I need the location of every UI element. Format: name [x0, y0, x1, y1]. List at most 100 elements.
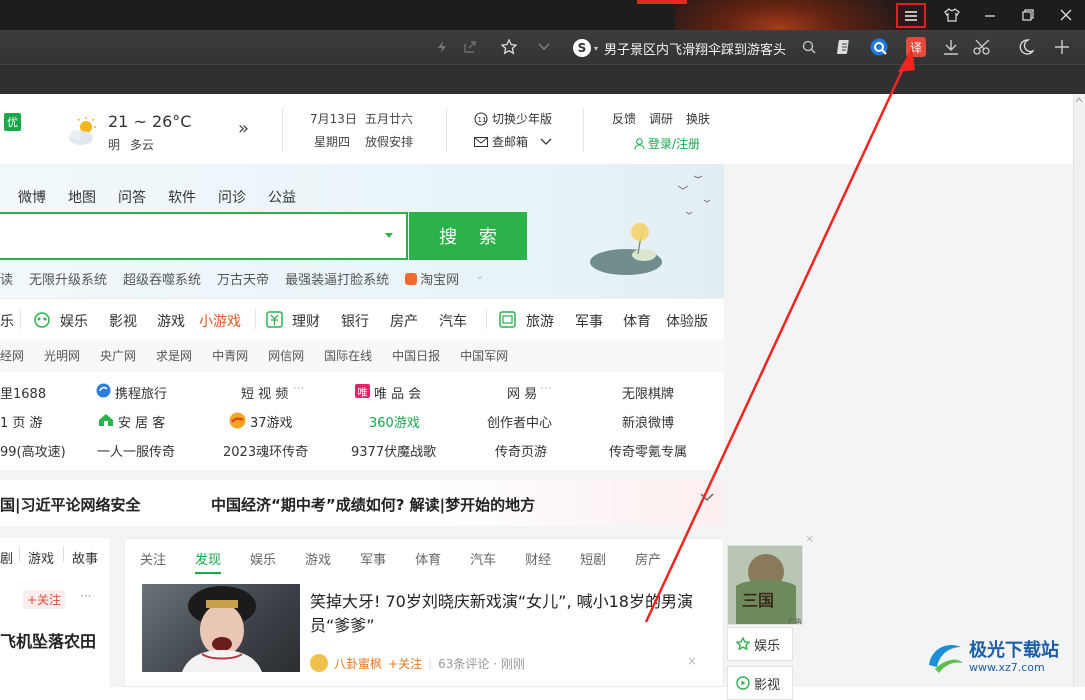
close-button[interactable]	[1052, 4, 1080, 26]
feed-tab[interactable]: 关注	[140, 549, 166, 574]
feed-tab[interactable]: 娱乐	[250, 549, 276, 574]
share-icon[interactable]	[460, 37, 480, 57]
left-news-title[interactable]: 飞机坠落农田	[0, 628, 96, 652]
chevron-down-icon[interactable]	[700, 493, 714, 502]
screenshot-scissors-icon[interactable]	[973, 37, 993, 57]
news-source[interactable]: 八卦蜜枫	[334, 655, 382, 672]
taobao-link[interactable]: 淘宝网	[405, 269, 459, 288]
site-link[interactable]: 2023魂环传奇	[223, 441, 308, 460]
site-link[interactable]: 9377伏魔战歌	[351, 441, 436, 460]
chevron-down-icon[interactable]	[534, 37, 554, 57]
night-mode-moon-icon[interactable]	[1016, 37, 1036, 57]
bookmark-star-icon[interactable]	[499, 37, 519, 57]
search-button[interactable]: 搜 索	[409, 212, 527, 260]
feed-tab[interactable]: 游戏	[305, 549, 331, 574]
teen-mode-link[interactable]: 11 切换少年版	[474, 110, 552, 127]
category-item[interactable]: 乐	[0, 311, 14, 331]
skin-link[interactable]: 换肤	[686, 110, 710, 127]
hot-word[interactable]: 最强装逼打脸系统	[285, 269, 389, 288]
main-menu-button[interactable]	[896, 3, 926, 28]
category-realestate[interactable]: 房产	[390, 311, 418, 331]
more-icon[interactable]: ···	[293, 381, 304, 395]
survey-link[interactable]: 调研	[649, 110, 673, 127]
tab-qa[interactable]: 问答	[118, 187, 146, 207]
holiday-schedule-link[interactable]: 放假安排	[365, 133, 413, 150]
scroll-up-arrow-icon[interactable]	[1075, 96, 1083, 104]
category-beta[interactable]: 体验版	[666, 311, 708, 331]
new-tab-plus-icon[interactable]	[1052, 37, 1072, 57]
site-link[interactable]: 一人一服传奇	[97, 441, 175, 460]
site-link[interactable]: 创作者中心	[487, 412, 552, 431]
media-link[interactable]: 中国军网	[460, 347, 508, 364]
site-link[interactable]: 无限棋牌	[622, 383, 674, 402]
feedback-link[interactable]: 反馈	[612, 110, 636, 127]
translate-button[interactable]: 译	[906, 37, 926, 57]
category-sports[interactable]: 体育	[623, 311, 651, 331]
site-link[interactable]: 360游戏	[369, 412, 420, 431]
site-link[interactable]: 传奇零氪专属	[609, 441, 687, 460]
search-icon[interactable]	[799, 37, 819, 57]
category-travel[interactable]: 旅游	[526, 311, 554, 331]
check-mail-dropdown[interactable]: 查邮箱	[474, 133, 552, 150]
media-link[interactable]: 光明网	[44, 347, 80, 364]
more-icon[interactable]: ···	[80, 589, 91, 603]
follow-button[interactable]: +关注	[23, 590, 66, 609]
search-input[interactable]	[0, 212, 408, 260]
feed-tab[interactable]: 汽车	[470, 549, 496, 574]
download-icon[interactable]	[941, 37, 961, 57]
news-title-link[interactable]: 笑掉大牙! 70岁刘晓庆新戏演“女儿”, 喊小18岁的男演员“爹爹”	[310, 590, 710, 638]
site-link[interactable]: 里1688	[0, 383, 46, 402]
more-icon[interactable]: ···	[540, 381, 551, 395]
sidebar-ad[interactable]: 三国 广告	[727, 545, 803, 625]
category-auto[interactable]: 汽车	[439, 311, 467, 331]
author-avatar[interactable]	[310, 654, 328, 672]
site-link[interactable]: 网 易	[507, 383, 537, 402]
tab-charity[interactable]: 公益	[268, 187, 296, 207]
search-dropdown-icon[interactable]	[385, 233, 393, 238]
close-ad-button[interactable]: ×	[805, 532, 814, 545]
category-bank[interactable]: 银行	[341, 311, 369, 331]
category-entertainment[interactable]: 娱乐	[60, 311, 88, 331]
skin-button[interactable]	[938, 4, 966, 26]
weather-expand-button[interactable]: »	[238, 118, 249, 139]
feed-tab[interactable]: 财经	[525, 549, 551, 574]
vertical-scrollbar[interactable]	[1073, 94, 1085, 687]
restore-button[interactable]	[1014, 4, 1042, 26]
left-tab[interactable]: 故事	[72, 548, 98, 567]
side-entertainment-button[interactable]: 娱乐	[727, 627, 793, 661]
hot-word[interactable]: 无限升级系统	[29, 269, 107, 288]
category-mini-games[interactable]: 小游戏	[199, 311, 241, 331]
feed-tab-active[interactable]: 发现	[195, 549, 222, 574]
category-video[interactable]: 影视	[109, 311, 137, 331]
follow-button[interactable]: +关注	[388, 655, 422, 672]
news-thumbnail[interactable]	[142, 584, 300, 672]
feed-tab[interactable]: 房产	[635, 549, 661, 574]
side-video-button[interactable]: 影视	[727, 666, 793, 700]
tab-map[interactable]: 地图	[68, 187, 96, 207]
site-link[interactable]: 99(高攻速)	[0, 441, 66, 460]
headline-link[interactable]: 国|习近平论网络安全	[0, 494, 140, 515]
category-military[interactable]: 军事	[575, 311, 603, 331]
category-games[interactable]: 游戏	[157, 311, 185, 331]
tab-software[interactable]: 软件	[168, 187, 196, 207]
site-link[interactable]: 37游戏	[250, 412, 293, 431]
media-link[interactable]: 央广网	[100, 347, 136, 364]
media-link[interactable]: 国际在线	[324, 347, 372, 364]
media-link[interactable]: 中青网	[212, 347, 248, 364]
site-link[interactable]: 携程旅行	[115, 383, 167, 402]
left-tab[interactable]: 剧	[0, 548, 13, 567]
hot-word[interactable]: 万古天帝	[217, 269, 269, 288]
login-register-link[interactable]: 登录/注册	[634, 135, 700, 152]
site-link[interactable]: 传奇页游	[495, 441, 547, 460]
headline-link[interactable]: 中国经济“期中考”成绩如何? 解读|梦开始的地方	[211, 494, 535, 515]
search-news-ticker[interactable]: S ▾ 男子景区内飞滑翔伞踩到游客头	[573, 38, 786, 58]
hot-word[interactable]: 读	[0, 269, 13, 288]
feed-tab[interactable]: 军事	[360, 549, 386, 574]
hot-words-expand-icon[interactable]: ⌄	[475, 269, 484, 288]
media-link[interactable]: 中国日报	[392, 347, 440, 364]
smart-search-icon[interactable]	[869, 37, 889, 57]
media-link[interactable]: 经网	[0, 347, 24, 364]
hot-word[interactable]: 超级吞噬系统	[123, 269, 201, 288]
minimize-button[interactable]	[976, 4, 1004, 26]
site-link[interactable]: 新浪微博	[622, 412, 674, 431]
